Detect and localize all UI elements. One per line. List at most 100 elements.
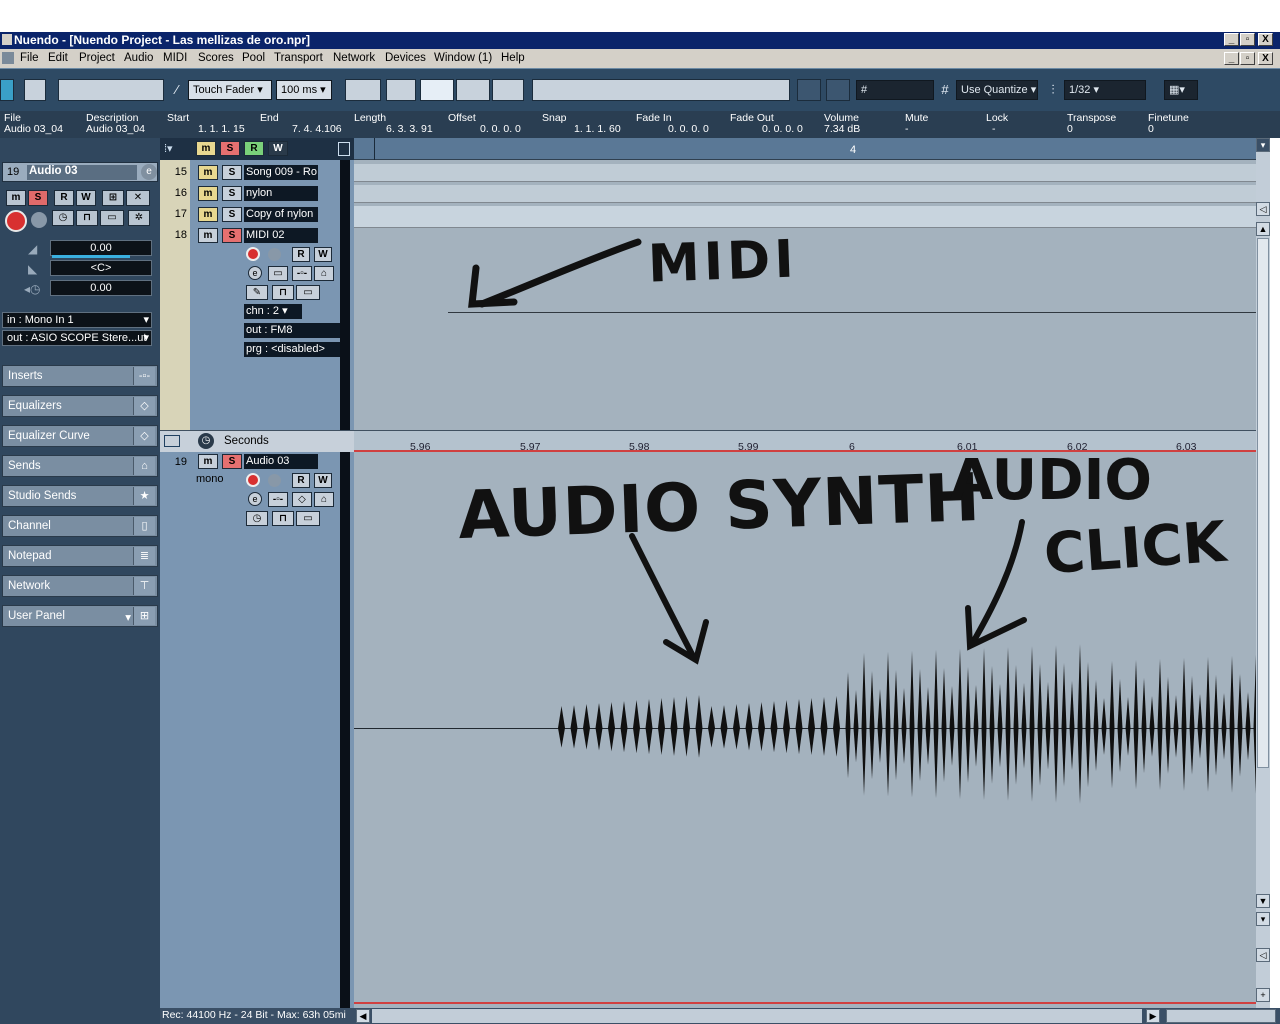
quantize-mode-select[interactable]: Use Quantize ▾	[956, 80, 1038, 100]
pan-fader[interactable]: <C>	[50, 260, 152, 276]
edit-channel-icon[interactable]: e	[141, 164, 157, 180]
midi-monitor-icon[interactable]	[268, 248, 281, 261]
track-list-toggle-icon[interactable]	[338, 142, 350, 156]
automation-mode-select[interactable]: Touch Fader ▾	[188, 80, 272, 100]
info-finetune-value[interactable]: 0	[1148, 123, 1154, 135]
audio-lock-button[interactable]: ⊓	[272, 511, 294, 526]
menu-transport[interactable]: Transport	[274, 52, 323, 64]
audio-eq-button[interactable]: ◇	[292, 492, 312, 507]
track-mute-button[interactable]: m	[198, 186, 218, 201]
volume-fader[interactable]: 0.00	[50, 240, 152, 256]
horizontal-scrollbar[interactable]	[372, 1009, 1142, 1023]
record-button[interactable]	[492, 79, 524, 101]
window-layout-button[interactable]	[24, 79, 46, 101]
track-mute-button[interactable]: m	[198, 165, 218, 180]
audio-read-button[interactable]: R	[292, 473, 310, 488]
midi-routing-button[interactable]: ▭	[268, 266, 288, 281]
doc-close-button[interactable]: X	[1258, 52, 1273, 65]
midi-channel-select[interactable]: chn : 2 ▾	[244, 304, 302, 319]
track-name[interactable]: nylon	[244, 186, 318, 201]
ruler-menu-icon[interactable]: ▾	[1256, 138, 1270, 152]
inspector-toggle-button[interactable]	[0, 79, 14, 101]
quantize-value-select[interactable]: 1/32 ▾	[1064, 80, 1146, 100]
clock-icon[interactable]: ◷	[198, 433, 214, 449]
stop-button[interactable]	[420, 79, 454, 101]
scroll-left-icon[interactable]: ◁	[1256, 202, 1270, 216]
freeze-button[interactable]: ✲	[128, 210, 150, 226]
inspector-solo-button[interactable]: S	[28, 190, 48, 206]
global-mute-button[interactable]: m	[196, 141, 216, 156]
track-solo-button[interactable]: S	[222, 186, 242, 201]
menu-network[interactable]: Network	[333, 52, 375, 64]
zoom-out-icon[interactable]: +	[1256, 988, 1270, 1002]
zoom-toggle-icon[interactable]: ▾	[1256, 912, 1270, 926]
menu-edit[interactable]: Edit	[48, 52, 68, 64]
inspector-track-header[interactable]: 19 Audio 03 e	[2, 162, 158, 182]
audio-send-button[interactable]: ⌂	[314, 492, 334, 507]
inspector-section-eq-curve[interactable]: Equalizer Curve ◇	[2, 425, 158, 447]
scrollbar-thumb[interactable]	[1257, 238, 1269, 768]
menu-midi[interactable]: MIDI	[163, 52, 187, 64]
menu-window[interactable]: Window (1)	[434, 52, 492, 64]
folder-button[interactable]: ▭	[100, 210, 124, 226]
info-description-value[interactable]: Audio 03_04	[86, 123, 145, 135]
inspector-write-button[interactable]: W	[76, 190, 96, 206]
lock-button[interactable]: ⊓	[76, 210, 98, 226]
bar-ruler[interactable]: 4	[354, 138, 1256, 160]
inspector-track-name[interactable]: Audio 03	[27, 165, 137, 180]
automation-tools-group[interactable]	[58, 79, 164, 101]
document-icon[interactable]	[2, 52, 14, 64]
midi-program-select[interactable]: prg : <disabled>	[244, 342, 340, 357]
scroll-up-icon[interactable]: ▲	[1256, 222, 1270, 236]
inspector-lanes-button[interactable]: ⊞	[102, 190, 124, 206]
inspector-section-network[interactable]: Network ⊤	[2, 575, 158, 597]
info-offset-value[interactable]: 0. 0. 0. 0	[480, 123, 521, 135]
info-end-value[interactable]: 7. 4. 4.106	[292, 123, 342, 135]
track-name[interactable]: Song 009 - Ro	[244, 165, 318, 180]
info-transpose-value[interactable]: 0	[1067, 123, 1073, 135]
output-routing-select[interactable]: out : ASIO SCOPE Stere...ut ▾	[2, 330, 152, 346]
global-write-button[interactable]: W	[268, 141, 288, 156]
menu-pool[interactable]: Pool	[242, 52, 265, 64]
track-mute-button[interactable]: m	[198, 228, 218, 243]
inspector-section-equalizers[interactable]: Equalizers ◇	[2, 395, 158, 417]
track-17-lane[interactable]	[354, 206, 1256, 228]
inspector-bypass-button[interactable]: ✕	[126, 190, 150, 206]
midi-write-button[interactable]: W	[314, 247, 332, 262]
track-solo-button[interactable]: S	[222, 165, 242, 180]
zoom-in-icon[interactable]: ◁	[1256, 948, 1270, 962]
minimize-button[interactable]: _	[1224, 33, 1239, 46]
audio-record-icon[interactable]	[246, 473, 260, 487]
autoscroll-button[interactable]	[797, 79, 821, 101]
track-name[interactable]: MIDI 02	[244, 228, 318, 243]
inspector-section-sends[interactable]: Sends ⌂	[2, 455, 158, 477]
audio-track-name[interactable]: Audio 03	[244, 454, 318, 469]
preroll-select[interactable]: 100 ms ▾	[276, 80, 332, 100]
doc-minimize-button[interactable]: _	[1224, 52, 1239, 65]
global-read-button[interactable]: R	[244, 141, 264, 156]
inspector-read-button[interactable]: R	[54, 190, 74, 206]
midi-send-button[interactable]: ⌂	[314, 266, 334, 281]
track-mute-button[interactable]: m	[198, 207, 218, 222]
audio-insert-button[interactable]: -▫-	[268, 492, 288, 507]
track-15-lane[interactable]	[354, 164, 1256, 182]
inspector-section-inserts[interactable]: Inserts -▫-	[2, 365, 158, 387]
app-icon[interactable]	[2, 34, 12, 45]
audio-edit-icon[interactable]: e	[248, 492, 262, 506]
info-start-value[interactable]: 1. 1. 1. 15	[198, 123, 245, 135]
inspector-section-user-panel[interactable]: User Panel ▾ ⊞	[2, 605, 158, 627]
horizontal-zoom-slider[interactable]	[1166, 1009, 1276, 1023]
info-mute-value[interactable]: -	[905, 123, 909, 135]
audio-mute-button[interactable]: m	[198, 454, 218, 469]
timebase-button[interactable]: ◷	[52, 210, 74, 226]
menu-file[interactable]: File	[20, 52, 39, 64]
midi-read-button[interactable]: R	[292, 247, 310, 262]
audio-solo-button[interactable]: S	[222, 454, 242, 469]
audio-write-button[interactable]: W	[314, 473, 332, 488]
play-button[interactable]	[456, 79, 490, 101]
doc-restore-button[interactable]: ▫	[1240, 52, 1255, 65]
snap-button[interactable]	[826, 79, 850, 101]
ruler-format-label[interactable]: Seconds	[224, 435, 269, 447]
close-button[interactable]: X	[1258, 33, 1273, 46]
track-list-menu-icon[interactable]: ⁞▾	[164, 142, 173, 155]
